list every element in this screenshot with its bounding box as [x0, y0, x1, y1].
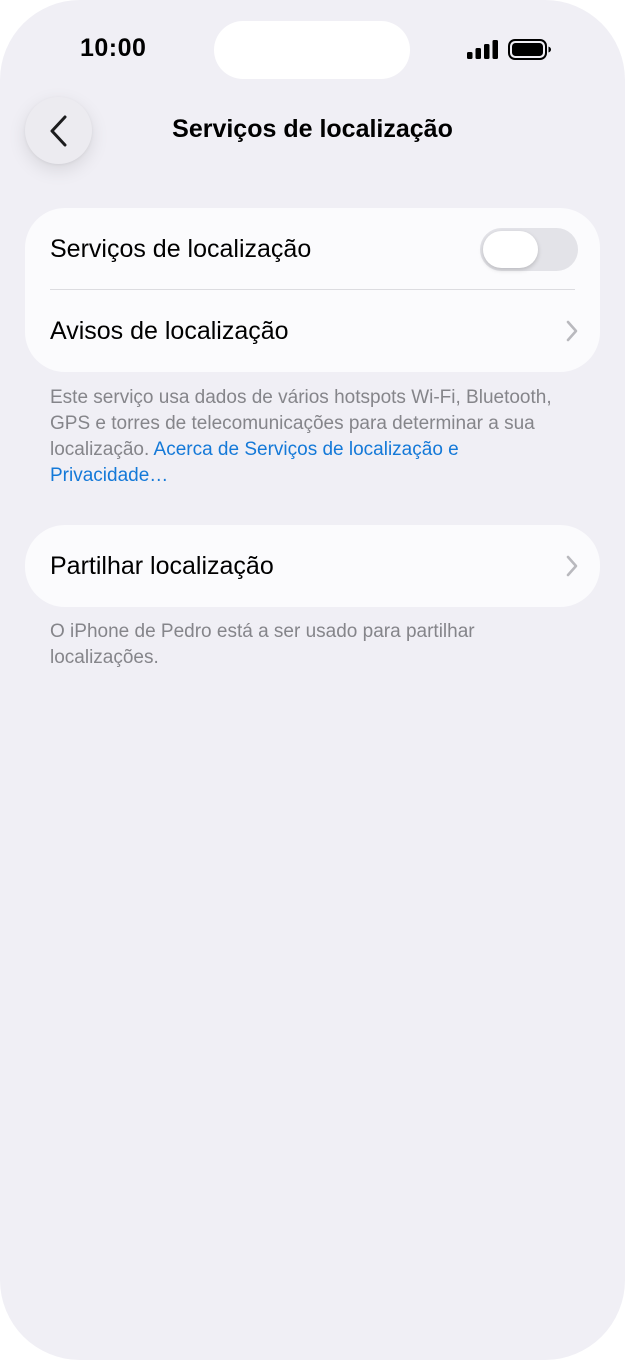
cellular-signal-icon [467, 40, 498, 59]
row-share-location[interactable]: Partilhar localização [25, 525, 600, 607]
row-label-location-alerts: Avisos de localização [50, 316, 289, 345]
toggle-knob [483, 231, 538, 268]
location-settings-group: Serviços de localização Avisos de locali… [25, 208, 600, 372]
battery-icon [508, 39, 551, 60]
row-label-share-location: Partilhar localização [50, 551, 274, 580]
dynamic-island [214, 21, 410, 79]
row-label-location-services: Serviços de localização [50, 234, 312, 263]
row-location-alerts[interactable]: Avisos de localização [25, 290, 600, 372]
phone-screen: 10:00 Serviços de localização Serviços d… [0, 0, 625, 1360]
location-services-toggle[interactable] [480, 228, 578, 271]
share-location-footnote: O iPhone de Pedro está a ser usado para … [50, 621, 475, 668]
share-location-group: Partilhar localização [25, 525, 600, 607]
chevron-right-icon [566, 320, 578, 342]
row-location-services: Serviços de localização [25, 208, 600, 290]
chevron-right-icon [566, 555, 578, 577]
status-time: 10:00 [80, 34, 147, 62]
page-title: Serviços de localização [172, 115, 453, 143]
location-services-footnote: Este serviço usa dados de vários hotspot… [50, 385, 570, 489]
